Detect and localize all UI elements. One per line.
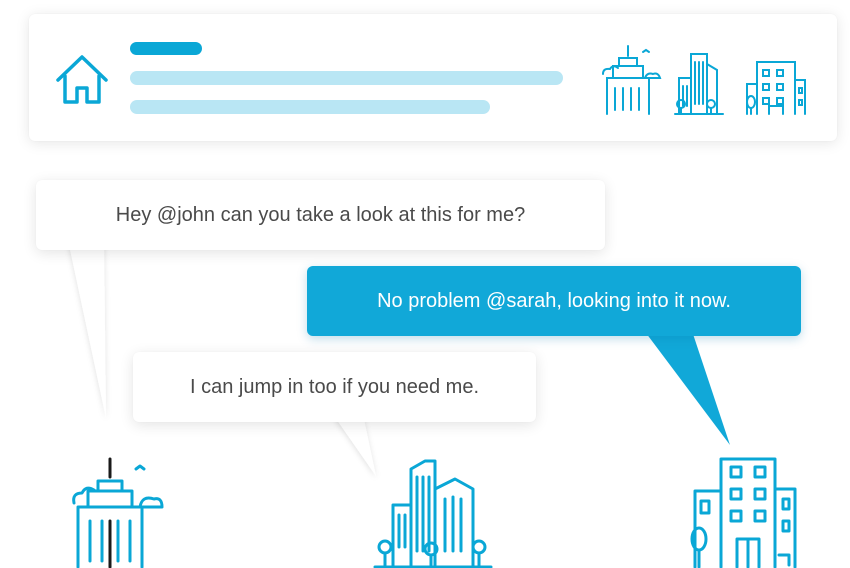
skyscraper-icon xyxy=(72,457,164,568)
office-building-icon xyxy=(690,457,797,568)
message-bubble: I can jump in too if you need me. xyxy=(133,352,536,422)
bubble-tail xyxy=(68,240,106,418)
message-text: I can jump in too if you need me. xyxy=(189,376,480,398)
message-bubble: Hey @john can you take a look at this fo… xyxy=(36,180,605,250)
message-text: No problem @sarah, looking into it now. xyxy=(377,290,731,312)
message-bubble-highlighted: No problem @sarah, looking into it now. xyxy=(307,266,801,336)
message-text: Hey @john can you take a look at this fo… xyxy=(115,204,526,226)
bubble-tail xyxy=(640,325,730,445)
city-buildings-icon xyxy=(373,459,493,568)
